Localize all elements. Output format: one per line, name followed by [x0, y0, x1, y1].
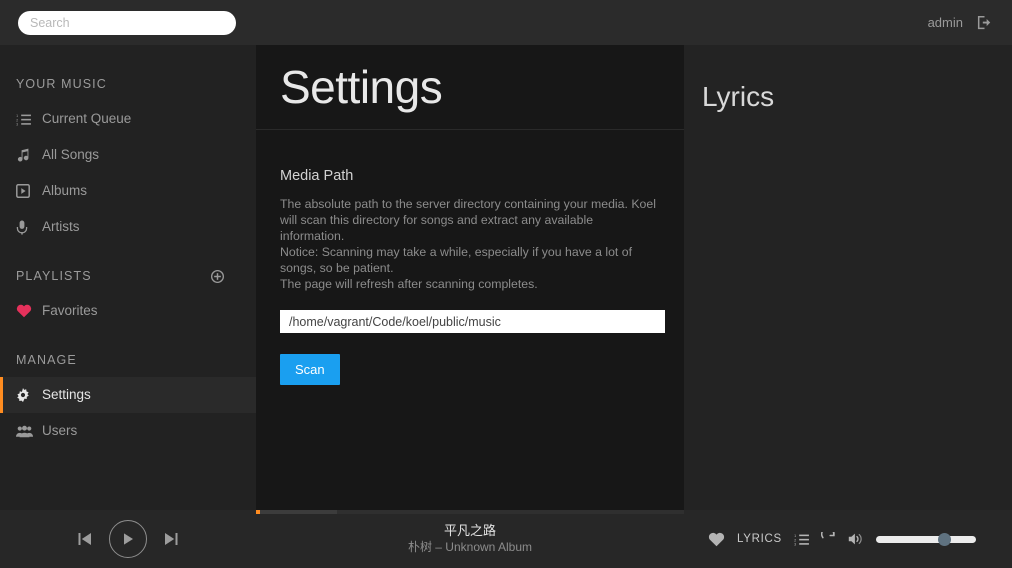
progress-bar[interactable] [256, 510, 684, 514]
player-bar: 平凡之路 朴树 – Unknown Album LYRICS 1 2 3 [0, 510, 1012, 568]
svg-text:3: 3 [16, 122, 18, 125]
sidebar-section-title: PLAYLISTS [16, 269, 92, 283]
lyrics-panel-title: Lyrics [702, 81, 775, 112]
sidebar-item-label: Users [42, 423, 78, 439]
sidebar-item-label: Artists [42, 219, 80, 235]
sidebar-item-users[interactable]: Users [0, 413, 256, 449]
repeat-icon[interactable] [820, 531, 836, 547]
sidebar-section-title: MANAGE [16, 353, 77, 367]
play-button[interactable] [109, 520, 147, 558]
sidebar-section-playlists-header: PLAYLISTS [0, 245, 256, 293]
search-input[interactable] [18, 10, 236, 35]
volume-thumb[interactable] [937, 532, 951, 546]
playback-controls [0, 520, 256, 558]
current-user-name: admin [927, 15, 963, 30]
player-extra-controls: LYRICS 1 2 3 [684, 510, 1012, 568]
sidebar-item-label: Albums [42, 183, 88, 199]
next-button[interactable] [162, 530, 180, 548]
media-path-description: The absolute path to the server director… [280, 197, 656, 291]
sidebar: YOUR MUSIC 1 2 3 Current Queue All Songs… [0, 45, 256, 510]
volume-slider[interactable] [875, 531, 976, 547]
page-title: Settings [280, 61, 443, 113]
sidebar-item-label: All Songs [42, 147, 100, 163]
sidebar-item-label: Favorites [42, 303, 98, 319]
sidebar-item-current-queue[interactable]: 1 2 3 Current Queue [0, 101, 256, 137]
sidebar-section-manage-header: MANAGE [0, 329, 256, 377]
plus-circle-icon[interactable] [211, 269, 224, 283]
media-path-input[interactable] [280, 310, 665, 333]
sidebar-item-settings[interactable]: Settings [0, 377, 256, 413]
sidebar-item-all-songs[interactable]: All Songs [0, 137, 256, 173]
svg-text:1: 1 [16, 113, 18, 117]
sidebar-item-favorites[interactable]: Favorites [0, 293, 256, 329]
sidebar-item-albums[interactable]: Albums [0, 173, 256, 209]
media-path-label: Media Path [280, 168, 354, 184]
scan-button[interactable]: Scan [280, 354, 340, 385]
gear-icon [16, 388, 42, 402]
favorite-button[interactable] [708, 532, 725, 547]
user-area: admin [928, 15, 996, 30]
music-note-icon [16, 148, 42, 162]
sidebar-section-your-music-header: YOUR MUSIC [0, 63, 256, 101]
sidebar-item-artists[interactable]: Artists [0, 209, 256, 245]
list-ol-icon: 1 2 3 [16, 113, 42, 126]
previous-button[interactable] [76, 530, 94, 548]
settings-panel: Settings Media Path The absolute path to… [256, 45, 684, 510]
song-title: 平凡之路 [443, 523, 496, 538]
play-square-icon [16, 184, 42, 198]
heart-icon [16, 304, 42, 318]
volume-track [875, 535, 976, 543]
progress-buffered [256, 510, 338, 514]
koel-app: admin YOUR MUSIC 1 2 3 [0, 0, 1012, 568]
sidebar-item-label: Current Queue [42, 111, 132, 127]
users-icon [16, 425, 42, 438]
top-bar: admin [0, 0, 1012, 45]
now-playing: 平凡之路 朴树 – Unknown Album [256, 510, 684, 568]
tab-lyrics[interactable]: LYRICS [737, 533, 782, 545]
main-area: YOUR MUSIC 1 2 3 Current Queue All Songs… [0, 45, 1012, 510]
sidebar-item-label: Settings [42, 387, 91, 403]
volume-up-icon[interactable] [848, 532, 864, 546]
progress-played [256, 510, 261, 514]
sidebar-section-title: YOUR MUSIC [16, 77, 107, 91]
sign-out-icon[interactable] [977, 15, 992, 30]
settings-form: Media Path The absolute path to the serv… [256, 130, 684, 510]
song-artist-album: 朴树 – Unknown Album [407, 540, 533, 554]
microphone-icon [16, 220, 42, 235]
svg-text:3: 3 [794, 542, 796, 545]
queue-list-icon[interactable]: 1 2 3 [794, 533, 809, 546]
svg-text:1: 1 [794, 533, 796, 537]
lyrics-panel: Lyrics [684, 45, 1012, 510]
settings-header: Settings [256, 45, 684, 130]
